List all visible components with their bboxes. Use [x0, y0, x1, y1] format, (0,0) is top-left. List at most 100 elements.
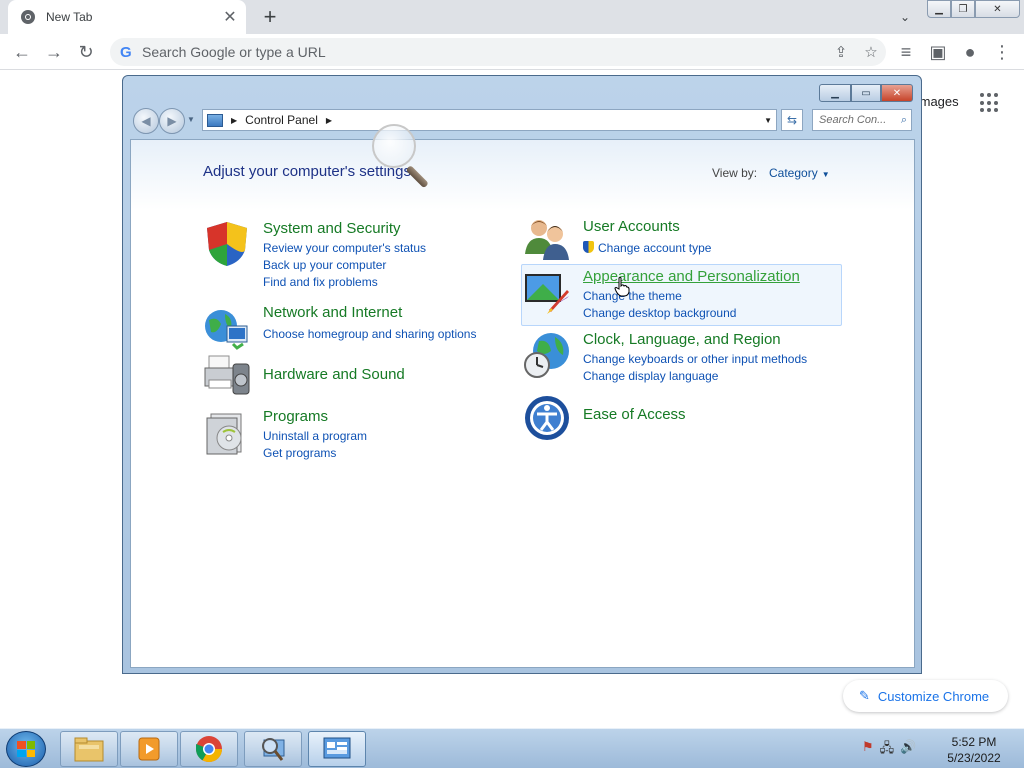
- chrome-icon: [195, 736, 223, 763]
- browser-window-controls: ▁ ❐ ✕: [927, 0, 1024, 18]
- uac-shield-icon: [583, 241, 594, 253]
- get-programs-link[interactable]: Get programs: [263, 446, 336, 460]
- taskbar-chrome-button[interactable]: [180, 731, 238, 767]
- network-globe-icon: [205, 310, 248, 350]
- uninstall-program-link[interactable]: Uninstall a program: [263, 429, 367, 443]
- start-button[interactable]: [6, 731, 46, 767]
- volume-icon[interactable]: 🔊: [900, 739, 916, 761]
- programs-title[interactable]: Programs: [263, 408, 328, 425]
- shield-icon: [207, 222, 247, 266]
- forward-arrow-icon[interactable]: →: [42, 40, 66, 64]
- system-tray: ⚑ 🖧 🔊: [862, 739, 916, 761]
- user-accounts-title[interactable]: User Accounts: [583, 218, 680, 235]
- side-panel-icon[interactable]: ▣: [926, 40, 950, 64]
- omnibox[interactable]: G Search Google or type a URL ⇪ ☆: [110, 38, 886, 66]
- pencil-icon: ✎: [859, 688, 870, 703]
- appearance-monitor-icon: [525, 274, 569, 314]
- change-display-language-link[interactable]: Change display language: [583, 369, 718, 383]
- backup-link[interactable]: Back up your computer: [263, 258, 386, 272]
- tab-search-chevron-icon[interactable]: ⌄: [895, 8, 915, 26]
- media-player-icon: [138, 737, 160, 761]
- browser-close-button[interactable]: ✕: [975, 0, 1020, 18]
- category-appearance-personalization: Appearance and Personalization Change th…: [523, 268, 843, 324]
- network-internet-title[interactable]: Network and Internet: [263, 304, 402, 321]
- reload-icon[interactable]: ↻: [74, 40, 98, 64]
- cp-close-button[interactable]: ✕: [881, 84, 913, 102]
- chrome-favicon-icon: [21, 10, 35, 24]
- taskbar-explorer-button[interactable]: [60, 731, 118, 767]
- customize-chrome-button[interactable]: ✎ Customize Chrome: [843, 680, 1008, 712]
- change-desktop-background-link[interactable]: Change desktop background: [583, 306, 736, 320]
- dropdown-arrow-icon: ▼: [821, 170, 830, 179]
- tab-title: New Tab: [46, 10, 93, 24]
- view-by-dropdown[interactable]: Category ▼: [769, 166, 830, 180]
- category-hardware-sound: Hardware and Sound: [203, 350, 503, 400]
- category-user-accounts: User Accounts Change account type: [523, 214, 843, 264]
- share-icon[interactable]: ⇪: [826, 43, 856, 61]
- cp-maximize-button[interactable]: ▭: [851, 84, 881, 102]
- homegroup-link[interactable]: Choose homegroup and sharing options: [263, 327, 476, 341]
- control-panel-window: ▁ ▭ ✕ ◀ ▶ ▼ ▶ Control Panel ▶ ▼ ⇆ Search…: [122, 75, 922, 674]
- printer-icon: [204, 355, 250, 395]
- view-by-label: View by:: [712, 166, 758, 180]
- search-icon[interactable]: ⌕: [901, 114, 907, 127]
- change-account-type-link[interactable]: Change account type: [583, 241, 711, 255]
- hand-cursor-icon: [614, 277, 630, 297]
- cp-navigation-bar: ◀ ▶ ▼ ▶ Control Panel ▶ ▼ ⇆ Search Con..…: [131, 106, 915, 134]
- new-tab-button[interactable]: +: [258, 4, 282, 29]
- tab-new-tab[interactable]: New Tab ✕: [8, 0, 246, 34]
- google-g-icon: G: [120, 43, 132, 61]
- user-accounts-icon: [525, 220, 569, 260]
- reading-list-icon[interactable]: ≡: [894, 40, 918, 64]
- profile-avatar-icon[interactable]: ●: [958, 40, 982, 64]
- cp-content-area: Adjust your computer's settings View by:…: [130, 139, 915, 668]
- cp-window-controls: ▁ ▭ ✕: [819, 84, 913, 102]
- breadcrumb-control-panel[interactable]: Control Panel: [245, 113, 318, 127]
- category-ease-of-access: Ease of Access: [523, 394, 843, 444]
- browser-minimize-button[interactable]: ▁: [927, 0, 951, 18]
- find-fix-problems-link[interactable]: Find and fix problems: [263, 275, 378, 289]
- breadcrumb-separator-icon[interactable]: ▶: [231, 116, 237, 125]
- magnifier-app-icon: [262, 738, 285, 761]
- magnifier-lens-icon: [372, 124, 416, 168]
- customize-chrome-label: Customize Chrome: [877, 688, 990, 704]
- network-icon[interactable]: 🖧: [880, 739, 895, 761]
- category-clock-language-region: Clock, Language, and Region Change keybo…: [523, 331, 843, 387]
- review-status-link[interactable]: Review your computer's status: [263, 241, 426, 255]
- taskbar-clock[interactable]: 5:52 PM 5/23/2022: [938, 734, 1010, 766]
- back-arrow-icon[interactable]: ←: [10, 40, 34, 64]
- ease-of-access-title[interactable]: Ease of Access: [583, 406, 686, 423]
- category-programs: Programs Uninstall a program Get program…: [203, 408, 503, 468]
- category-system-security: System and Security Review your computer…: [203, 220, 503, 292]
- recent-pages-dropdown-icon[interactable]: ▼: [187, 115, 195, 124]
- cp-search-placeholder: Search Con...: [819, 114, 887, 126]
- action-center-flag-icon[interactable]: ⚑: [862, 739, 874, 761]
- tab-close-icon[interactable]: ✕: [220, 7, 240, 27]
- chrome-tab-strip: New Tab ✕ + ⌄ ▁ ❐ ✕: [0, 0, 1024, 34]
- taskbar-magnifier-button[interactable]: [244, 731, 302, 767]
- cp-back-button[interactable]: ◀: [133, 108, 159, 134]
- browser-restore-button[interactable]: ❐: [951, 0, 975, 18]
- clock-globe-icon: [524, 333, 569, 378]
- cp-refresh-button[interactable]: ⇆: [781, 109, 803, 131]
- change-keyboards-link[interactable]: Change keyboards or other input methods: [583, 352, 807, 366]
- windows-taskbar: ⚑ 🖧 🔊 5:52 PM 5/23/2022: [0, 728, 1024, 768]
- clock-language-region-title[interactable]: Clock, Language, and Region: [583, 331, 781, 348]
- breadcrumb-separator-icon[interactable]: ▶: [326, 116, 332, 125]
- page-title: Adjust your computer's settings: [203, 163, 411, 180]
- cp-search-input[interactable]: Search Con... ⌕: [812, 109, 912, 131]
- taskbar-control-panel-button[interactable]: [308, 731, 366, 767]
- taskbar-media-player-button[interactable]: [120, 731, 178, 767]
- change-theme-link[interactable]: Change the theme: [583, 289, 682, 303]
- cp-forward-button[interactable]: ▶: [159, 108, 185, 134]
- kebab-menu-icon[interactable]: ⋮: [990, 40, 1014, 64]
- address-dropdown-icon[interactable]: ▼: [764, 116, 772, 125]
- system-security-title[interactable]: System and Security: [263, 220, 401, 237]
- google-apps-icon[interactable]: [980, 93, 1000, 113]
- category-network-internet: Network and Internet Choose homegroup an…: [203, 304, 503, 354]
- cp-address-bar[interactable]: ▶ Control Panel ▶ ▼: [202, 109, 777, 131]
- bookmark-star-icon[interactable]: ☆: [856, 43, 886, 61]
- hardware-sound-title[interactable]: Hardware and Sound: [263, 366, 405, 383]
- ntp-images-link[interactable]: Images: [916, 94, 959, 109]
- cp-minimize-button[interactable]: ▁: [819, 84, 851, 102]
